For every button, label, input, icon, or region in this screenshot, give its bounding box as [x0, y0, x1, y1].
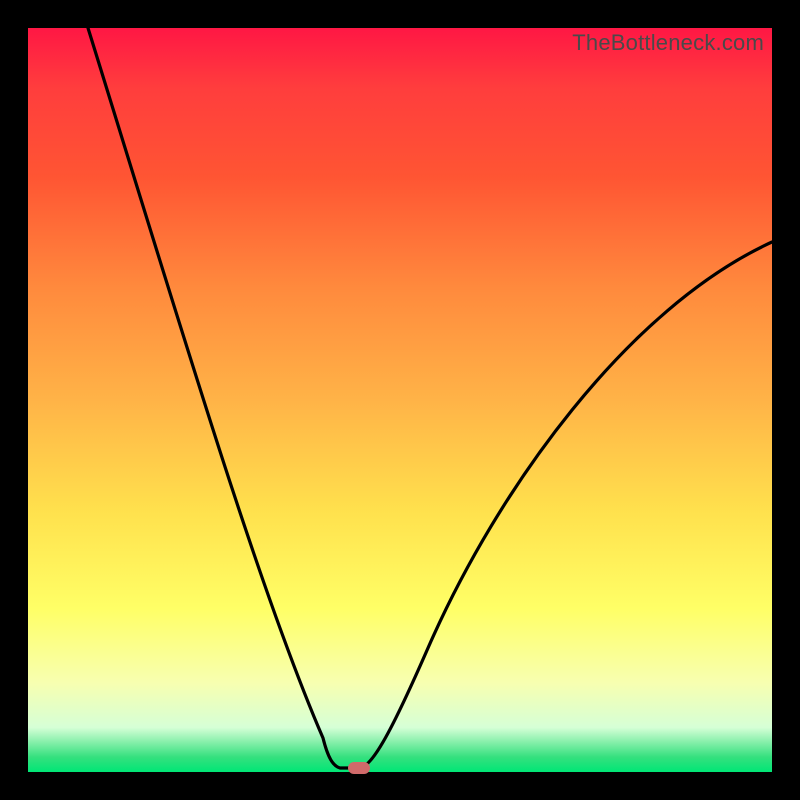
bottleneck-curve: [28, 28, 772, 772]
watermark-label: TheBottleneck.com: [572, 30, 764, 56]
optimal-marker: [348, 762, 370, 774]
chart-frame: TheBottleneck.com: [0, 0, 800, 800]
curve-path: [88, 28, 772, 768]
plot-area: TheBottleneck.com: [28, 28, 772, 772]
